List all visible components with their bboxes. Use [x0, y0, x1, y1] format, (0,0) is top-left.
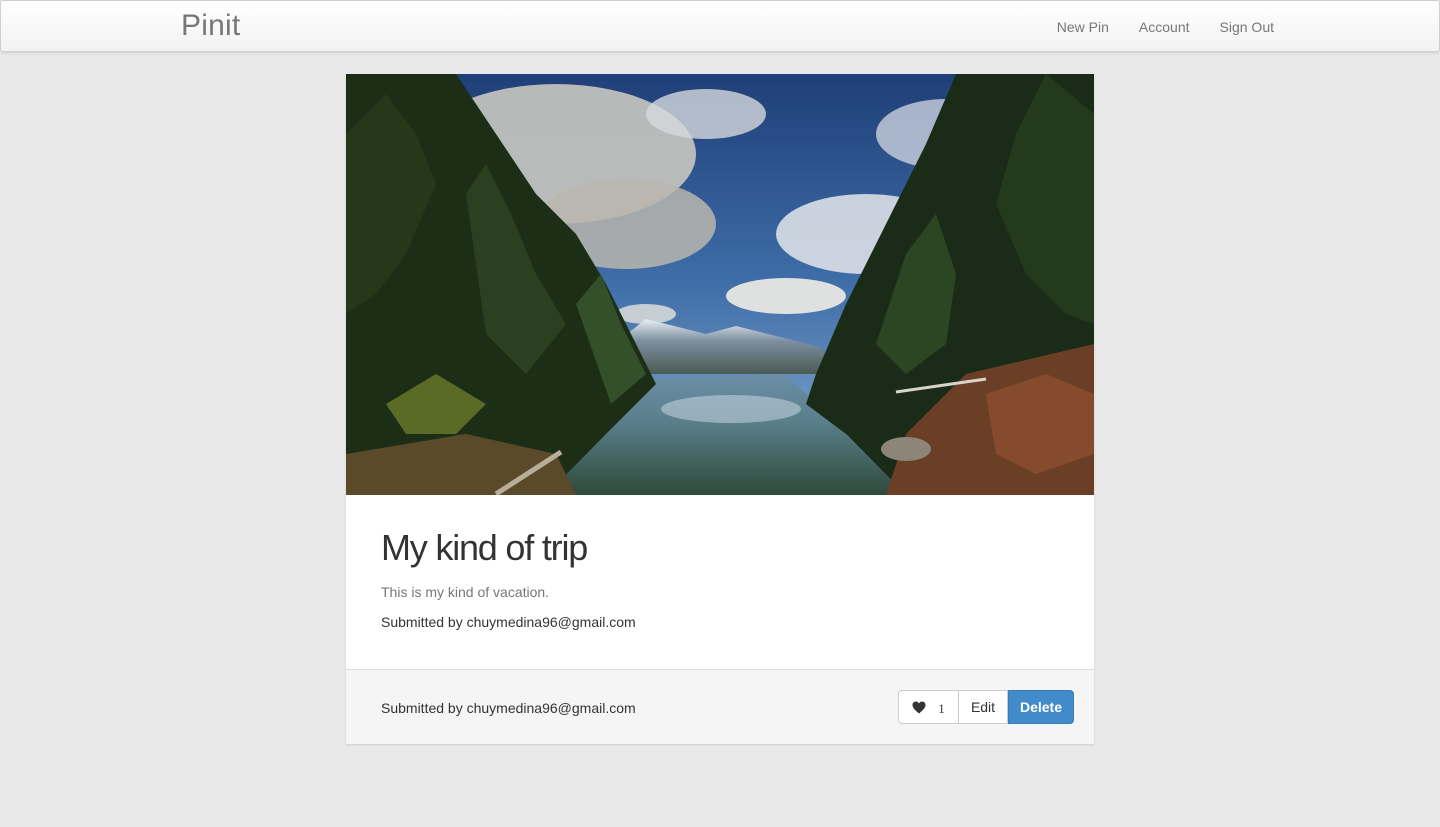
- nav-links: New Pin Account Sign Out: [1027, 1, 1274, 53]
- pin-description: This is my kind of vacation.: [381, 584, 550, 600]
- card-footer: Submitted by chuymedina96@gmail.com 1 Ed…: [346, 669, 1094, 744]
- like-button[interactable]: 1: [898, 690, 959, 724]
- nav-account[interactable]: Account: [1139, 19, 1190, 35]
- nav-sign-out[interactable]: Sign Out: [1220, 19, 1274, 35]
- footer-submitted-by: Submitted by chuymedina96@gmail.com: [381, 700, 636, 716]
- edit-button[interactable]: Edit: [959, 690, 1008, 724]
- action-button-group: 1 Edit Delete: [898, 690, 1074, 724]
- pin-body: My kind of trip This is my kind of vacat…: [381, 526, 636, 630]
- pin-submitted-by: Submitted by chuymedina96@gmail.com: [381, 614, 636, 630]
- pin-image: [346, 74, 1094, 495]
- pin-card: My kind of trip This is my kind of vacat…: [346, 74, 1094, 744]
- nav-new-pin[interactable]: New Pin: [1057, 19, 1109, 35]
- like-count: 1: [938, 700, 945, 716]
- brand-logo[interactable]: Pinit: [181, 9, 240, 43]
- delete-button[interactable]: Delete: [1008, 690, 1074, 724]
- pin-title: My kind of trip: [381, 527, 588, 568]
- heart-icon: [912, 701, 926, 713]
- navbar: Pinit New Pin Account Sign Out: [0, 0, 1440, 52]
